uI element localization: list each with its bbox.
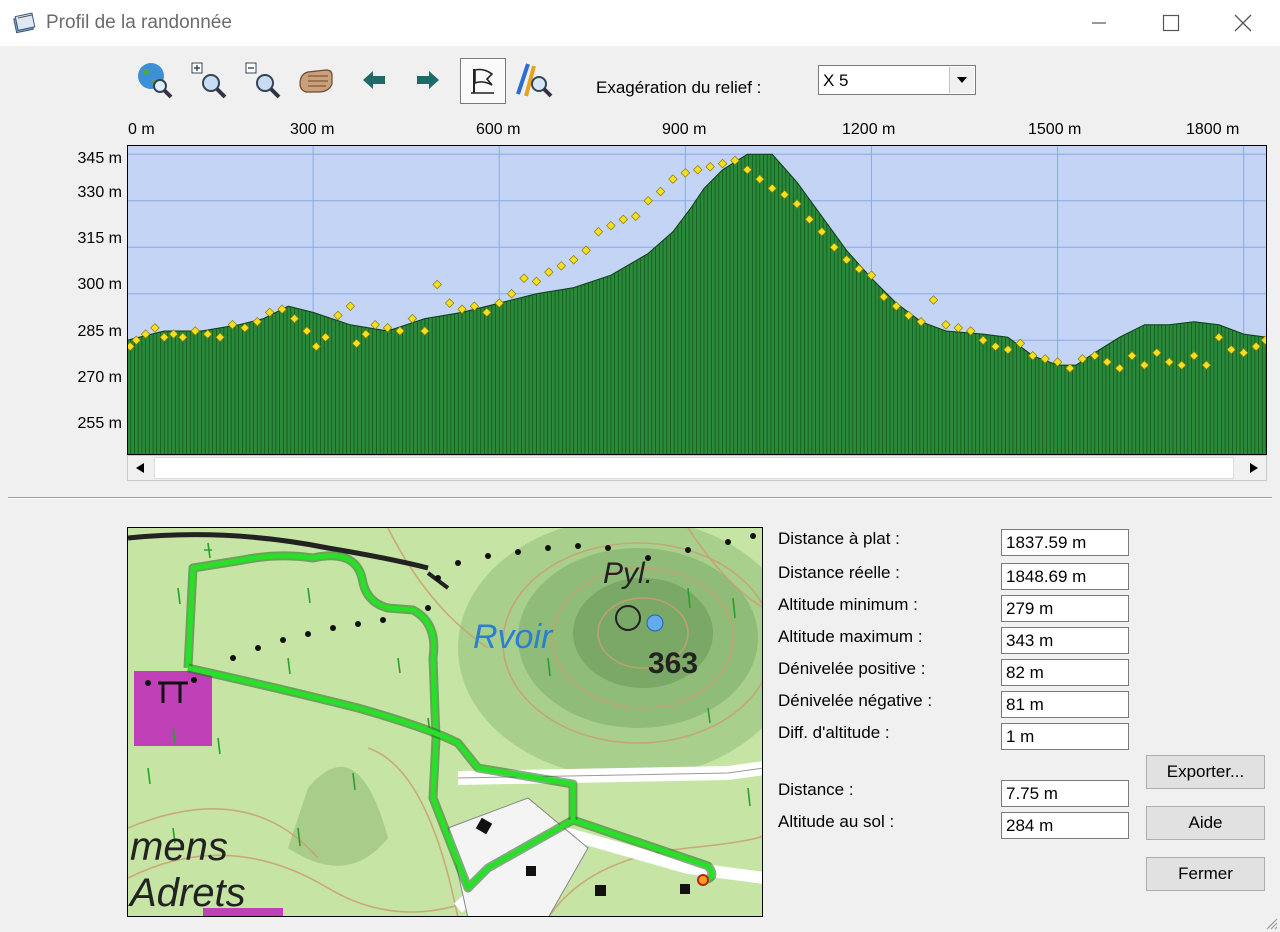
zoom-out-icon[interactable] [242, 60, 282, 100]
exaggeration-select[interactable]: X 5 [818, 65, 976, 95]
dropdown-button[interactable] [949, 67, 974, 93]
stat-value-field: 7.75 m [1001, 780, 1129, 807]
zoom-in-icon[interactable] [188, 60, 228, 100]
stat-label: Diff. d'altitude : [778, 723, 890, 742]
minimize-icon [1092, 22, 1106, 24]
maximize-icon [1162, 14, 1180, 32]
stat-value-field: 1837.59 m [1001, 529, 1129, 556]
stat-label: Altitude minimum : [778, 595, 918, 614]
map-label-village-1: mens [130, 825, 228, 869]
stat-label: Dénivelée positive : [778, 659, 926, 678]
close-dialog-button[interactable]: Fermer [1146, 857, 1265, 891]
map-label-village-2: Adrets [128, 871, 246, 915]
scroll-thumb[interactable] [154, 457, 1234, 479]
maximize-button[interactable] [1136, 0, 1206, 46]
arrow-right-icon[interactable] [408, 60, 448, 100]
scroll-right-button[interactable] [1242, 456, 1266, 480]
stat-label: Distance à plat : [778, 529, 900, 548]
y-tick-label: 255 m [77, 415, 122, 432]
y-tick-label: 330 m [77, 184, 122, 201]
minimize-button[interactable] [1064, 0, 1134, 46]
stat-value-field: 279 m [1001, 595, 1129, 622]
route-search-icon[interactable] [514, 60, 554, 100]
map-label-pyl: Pyl. [603, 557, 653, 590]
y-tick-label: 300 m [77, 276, 122, 293]
x-tick-label: 600 m [476, 121, 521, 138]
title-bar: Profil de la randonnée [0, 0, 1280, 46]
globe-search-icon[interactable] [134, 60, 174, 100]
help-button[interactable]: Aide [1146, 806, 1265, 840]
exaggeration-label: Exagération du relief : [596, 78, 762, 97]
stat-label: Altitude au sol : [778, 812, 895, 831]
export-button[interactable]: Exporter... [1146, 755, 1265, 789]
close-icon [1234, 14, 1252, 32]
scroll-left-button[interactable] [128, 456, 152, 480]
stat-label: Distance : [778, 780, 854, 799]
stat-label: Distance réelle : [778, 563, 900, 582]
stat-value-field: 284 m [1001, 812, 1129, 839]
water-tank-icon [646, 614, 664, 632]
map-label-rvoir: Rvoir [473, 618, 554, 656]
y-tick-label: 285 m [77, 323, 122, 340]
notebook-icon [12, 12, 36, 39]
window-title: Profil de la randonnée [46, 12, 232, 33]
elevation-profile-chart[interactable] [127, 145, 1267, 455]
stat-label: Altitude maximum : [778, 627, 923, 646]
close-button[interactable] [1208, 0, 1278, 46]
x-tick-label: 1200 m [842, 121, 896, 138]
y-tick-label: 270 m [77, 369, 122, 386]
chart-scrollbar[interactable] [127, 455, 1267, 481]
y-tick-label: 315 m [77, 230, 122, 247]
flag-icon[interactable] [460, 58, 506, 104]
stat-value-field: 1848.69 m [1001, 563, 1129, 590]
separator [8, 497, 1272, 499]
x-tick-label: 900 m [662, 121, 707, 138]
triangle-right-icon [1250, 463, 1258, 473]
triangle-left-icon [136, 463, 144, 473]
resize-grip-icon[interactable] [1264, 916, 1278, 930]
x-tick-label: 1800 m [1186, 121, 1240, 138]
stat-value-field: 82 m [1001, 659, 1129, 686]
stat-value-field: 81 m [1001, 691, 1129, 718]
stat-label: Dénivelée négative : [778, 691, 933, 710]
pan-hand-icon[interactable] [296, 60, 336, 100]
y-tick-label: 345 m [77, 150, 122, 167]
stat-value-field: 1 m [1001, 723, 1129, 750]
arrow-left-icon[interactable] [354, 60, 394, 100]
route-map[interactable]: Pyl. Rvoir 363 mens Adrets [127, 527, 763, 917]
stat-value-field: 343 m [1001, 627, 1129, 654]
x-tick-label: 300 m [290, 121, 335, 138]
exaggeration-value: X 5 [823, 71, 849, 90]
map-label-summit: 363 [648, 647, 698, 680]
chevron-down-icon [957, 77, 967, 83]
x-tick-label: 0 m [128, 121, 155, 138]
x-tick-label: 1500 m [1028, 121, 1082, 138]
